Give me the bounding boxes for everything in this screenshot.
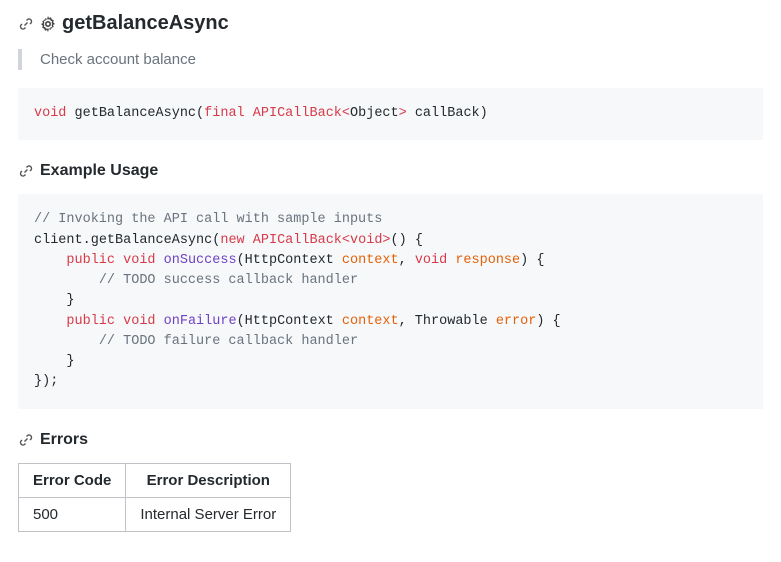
- code-token: void: [34, 106, 66, 121]
- code-token: getBalanceAsync: [91, 233, 213, 248]
- code-token: onFailure: [164, 314, 237, 329]
- code-token: void: [415, 253, 447, 268]
- code-token: [34, 314, 66, 329]
- code-token: final: [204, 106, 245, 121]
- code-token: [115, 314, 123, 329]
- code-token: context: [342, 253, 399, 268]
- link-icon[interactable]: [18, 432, 34, 448]
- col-error-code: Error Code: [19, 463, 126, 497]
- signature-code: void getBalanceAsync(final APICallBack<O…: [18, 88, 763, 140]
- code-token: context: [342, 314, 399, 329]
- example-heading-text: Example Usage: [40, 162, 158, 180]
- code-token: new: [220, 233, 244, 248]
- description-text: Check account balance: [40, 51, 196, 68]
- example-code: // Invoking the API call with sample inp…: [18, 194, 763, 408]
- code-token: response: [455, 253, 520, 268]
- code-token: <: [342, 233, 350, 248]
- code-token: , Throwable: [399, 314, 496, 329]
- code-token: () {: [391, 233, 423, 248]
- errors-heading: Errors: [18, 431, 763, 449]
- code-token: [245, 233, 253, 248]
- method-heading: getBalanceAsync: [18, 12, 763, 35]
- code-token: client: [34, 233, 83, 248]
- method-description: Check account balance: [18, 49, 763, 70]
- example-heading: Example Usage: [18, 162, 763, 180]
- code-token: ) {: [520, 253, 544, 268]
- col-error-description: Error Description: [126, 463, 291, 497]
- code-token: public: [66, 253, 115, 268]
- code-token: Object: [350, 106, 399, 121]
- code-token: public: [66, 314, 115, 329]
- gear-icon: [40, 16, 56, 32]
- code-token: [156, 253, 164, 268]
- code-token: [66, 106, 74, 121]
- code-token: void: [123, 314, 155, 329]
- code-token: // TODO success callback handler: [99, 273, 358, 288]
- code-token: ) {: [536, 314, 560, 329]
- code-token: [156, 314, 164, 329]
- errors-table: Error Code Error Description 500 Interna…: [18, 463, 291, 532]
- code-token: onSuccess: [164, 253, 237, 268]
- method-name: getBalanceAsync: [62, 12, 229, 35]
- code-token: <: [342, 106, 350, 121]
- code-token: (: [196, 106, 204, 121]
- link-icon[interactable]: [18, 16, 34, 32]
- code-token: void: [350, 233, 382, 248]
- code-token: APICallBack: [253, 233, 342, 248]
- code-token: APICallBack: [253, 106, 342, 121]
- code-token: [34, 273, 99, 288]
- code-token: // Invoking the API call with sample inp…: [34, 212, 382, 227]
- code-token: >: [382, 233, 390, 248]
- code-token: [34, 334, 99, 349]
- code-token: (HttpContext: [237, 253, 342, 268]
- errors-heading-text: Errors: [40, 431, 88, 449]
- table-header-row: Error Code Error Description: [19, 463, 291, 497]
- code-token: getBalanceAsync: [75, 106, 197, 121]
- code-token: [34, 253, 66, 268]
- cell-error-description: Internal Server Error: [126, 497, 291, 531]
- code-token: }: [34, 293, 75, 308]
- code-token: [245, 106, 253, 121]
- cell-error-code: 500: [19, 497, 126, 531]
- code-token: });: [34, 374, 58, 389]
- code-token: }: [34, 354, 75, 369]
- code-token: ,: [399, 253, 415, 268]
- code-token: >: [399, 106, 407, 121]
- code-token: error: [496, 314, 537, 329]
- table-row: 500 Internal Server Error: [19, 497, 291, 531]
- code-token: .: [83, 233, 91, 248]
- code-token: [115, 253, 123, 268]
- code-token: callBack): [407, 106, 488, 121]
- code-token: // TODO failure callback handler: [99, 334, 358, 349]
- code-token: void: [123, 253, 155, 268]
- link-icon[interactable]: [18, 163, 34, 179]
- code-token: (HttpContext: [237, 314, 342, 329]
